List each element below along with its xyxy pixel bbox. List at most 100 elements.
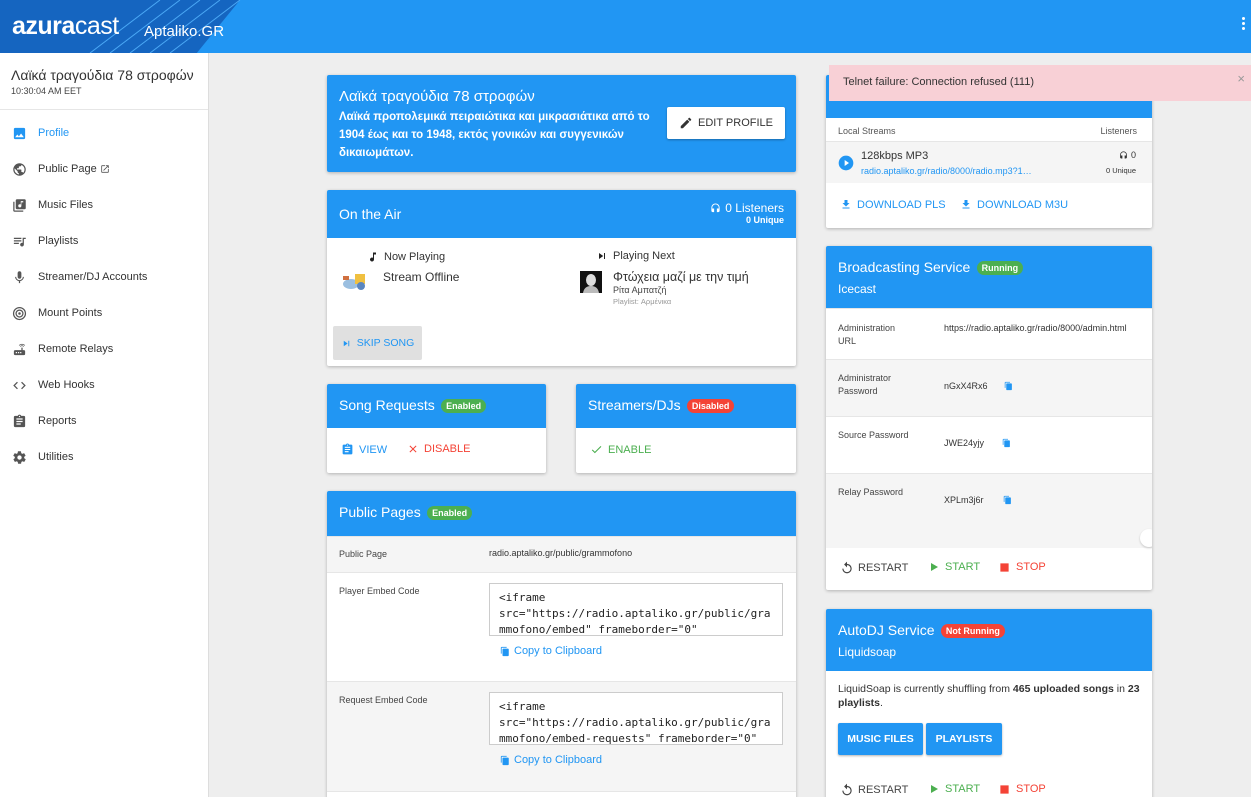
globe-icon xyxy=(13,162,26,176)
profile-title: Λαϊκά τραγούδια 78 στροφών xyxy=(339,88,535,105)
table-row: Administrator Password nGxX4Rx6 xyxy=(826,359,1152,416)
copy-icon[interactable] xyxy=(1003,495,1012,505)
disable-requests-button[interactable]: DISABLE xyxy=(407,443,470,455)
sidebar-item-public-page[interactable]: Public Page xyxy=(0,151,208,187)
admin-password: nGxX4Rx6 xyxy=(944,381,988,391)
copy-player-embed-button[interactable]: Copy to Clipboard xyxy=(500,645,602,657)
portrait-image-icon xyxy=(576,270,606,294)
app-logo[interactable]: azuracast xyxy=(12,12,119,41)
sidebar: Λαϊκά τραγούδια 78 στροφών 10:30:04 AM E… xyxy=(0,53,209,797)
skip-song-button[interactable]: SKIP SONG xyxy=(333,326,422,360)
playlists-button[interactable]: PLAYLISTS xyxy=(926,723,1002,755)
top-bar: azuracast Aptaliko.GR xyxy=(0,0,1251,53)
restart-label: RESTART xyxy=(858,562,909,574)
sidebar-item-remote-relays[interactable]: Remote Relays xyxy=(0,331,208,367)
status-badge: Enabled xyxy=(441,398,487,413)
view-requests-button[interactable]: VIEW xyxy=(341,443,387,456)
autodj-song-count: 465 uploaded songs xyxy=(1012,683,1114,695)
play-icon[interactable] xyxy=(838,155,854,171)
skip-next-icon xyxy=(599,253,605,259)
sidebar-item-label: Streamer/DJ Accounts xyxy=(38,271,148,283)
stop-label: STOP xyxy=(1016,783,1046,795)
stop-icon xyxy=(1000,784,1009,794)
sidebar-station-time: 10:30:04 AM EET xyxy=(11,86,82,96)
autodj-text-mid: in xyxy=(1113,683,1128,695)
alert-message: Telnet failure: Connection refused (111) xyxy=(843,76,1034,88)
copy-request-embed-button[interactable]: Copy to Clipboard xyxy=(500,754,602,766)
song-requests-title: Song Requests xyxy=(339,397,435,413)
on-air-card: On the Air 0 Listeners 0 Unique Now Play… xyxy=(327,190,796,366)
check-icon xyxy=(591,446,602,454)
stream-count: 0 xyxy=(1130,150,1136,160)
playing-next-heading: Playing Next xyxy=(596,250,675,262)
album-art-placeholder-icon xyxy=(343,274,365,290)
copy-icon[interactable] xyxy=(1004,381,1013,391)
sidebar-item-profile[interactable]: Profile xyxy=(0,115,208,151)
error-alert: Telnet failure: Connection refused (111)… xyxy=(829,65,1251,101)
player-embed-label: Player Embed Code xyxy=(339,586,420,596)
row-label: Administrator Password xyxy=(838,373,892,396)
edit-profile-label: EDIT PROFILE xyxy=(698,117,773,129)
next-song-album-art xyxy=(576,270,606,294)
sidebar-item-music-files[interactable]: Music Files xyxy=(0,187,208,223)
player-embed-row: Player Embed Code <iframe src="https://r… xyxy=(327,572,796,681)
music-library-icon xyxy=(13,198,26,212)
start-autodj-button[interactable]: START xyxy=(928,783,980,795)
status-badge: Running xyxy=(976,260,1024,275)
sidebar-item-label: Playlists xyxy=(38,235,79,247)
sidebar-item-reports[interactable]: Reports xyxy=(0,403,208,439)
copy-icon xyxy=(500,646,509,656)
download-m3u-button[interactable]: DOWNLOAD M3U xyxy=(960,198,1068,211)
skip-song-label: SKIP SONG xyxy=(356,337,415,349)
sidebar-item-label: Reports xyxy=(38,415,77,427)
broadcasting-card: Broadcasting Service Running Icecast Adm… xyxy=(826,246,1152,590)
public-page-link[interactable]: radio.aptaliko.gr/public/grammofono xyxy=(489,548,632,558)
sidebar-item-utilities[interactable]: Utilities xyxy=(0,439,208,475)
copy-label: Copy to Clipboard xyxy=(514,754,603,766)
copy-icon[interactable] xyxy=(1002,438,1011,448)
copy-label: Copy to Clipboard xyxy=(514,645,603,657)
edit-profile-button[interactable]: EDIT PROFILE xyxy=(667,107,785,139)
unique-listener-count: 0 Unique xyxy=(745,215,784,225)
stream-name: 128kbps MP3 xyxy=(861,150,929,162)
scroll-handle[interactable] xyxy=(1140,529,1152,547)
start-label: START xyxy=(945,561,981,573)
broadcast-icon xyxy=(12,306,27,320)
next-song-playlist: Playlist: Αρμένικα xyxy=(613,297,672,306)
request-embed-code-textarea[interactable]: <iframe src="https://radio.aptaliko.gr/p… xyxy=(489,692,783,745)
public-pages-header: Public Pages Enabled xyxy=(327,491,796,536)
stop-broadcasting-button[interactable]: STOP xyxy=(999,561,1046,573)
streamers-card: Streamers/DJs Disabled ENABLE xyxy=(576,384,796,473)
music-note-icon xyxy=(370,252,376,262)
public-pages-title: Public Pages xyxy=(339,504,421,520)
restart-broadcasting-button[interactable]: RESTART xyxy=(840,561,908,575)
download-icon xyxy=(842,200,850,209)
stream-url-link[interactable]: radio.aptaliko.gr/radio/8000/radio.mp3?1… xyxy=(861,166,1032,176)
sidebar-item-web-hooks[interactable]: Web Hooks xyxy=(0,367,208,403)
clipboard-icon xyxy=(13,414,26,427)
sidebar-item-streamer-accounts[interactable]: Streamer/DJ Accounts xyxy=(0,259,208,295)
restart-icon xyxy=(842,561,852,574)
gear-icon xyxy=(13,450,26,464)
row-label: Administration URL xyxy=(838,323,896,346)
play-icon xyxy=(931,785,938,793)
sidebar-item-label: Public Page xyxy=(38,163,97,175)
more-menu-icon[interactable] xyxy=(1240,17,1246,37)
autodj-text-pre: LiquidSoap is currently shuffling from xyxy=(838,683,1013,695)
enable-streamers-button[interactable]: ENABLE xyxy=(590,443,651,456)
music-files-button[interactable]: MUSIC FILES xyxy=(838,723,923,755)
public-page-row: Public Page radio.aptaliko.gr/public/gra… xyxy=(327,536,796,572)
player-embed-code-textarea[interactable]: <iframe src="https://radio.aptaliko.gr/p… xyxy=(489,583,783,636)
sidebar-item-mount-points[interactable]: Mount Points xyxy=(0,295,208,331)
restart-autodj-button[interactable]: RESTART xyxy=(840,783,908,797)
start-broadcasting-button[interactable]: START xyxy=(928,561,980,573)
row-label: Source Password xyxy=(838,430,909,440)
admin-url-link[interactable]: https://radio.aptaliko.gr/radio/8000/adm… xyxy=(944,323,1127,333)
router-icon xyxy=(13,343,26,355)
download-pls-button[interactable]: DOWNLOAD PLS xyxy=(840,198,946,211)
close-icon[interactable]: × xyxy=(1237,71,1245,86)
stop-autodj-button[interactable]: STOP xyxy=(999,783,1046,795)
autodj-card: AutoDJ Service Not Running Liquidsoap Li… xyxy=(826,609,1152,797)
sidebar-item-playlists[interactable]: Playlists xyxy=(0,223,208,259)
pencil-icon xyxy=(680,117,692,129)
